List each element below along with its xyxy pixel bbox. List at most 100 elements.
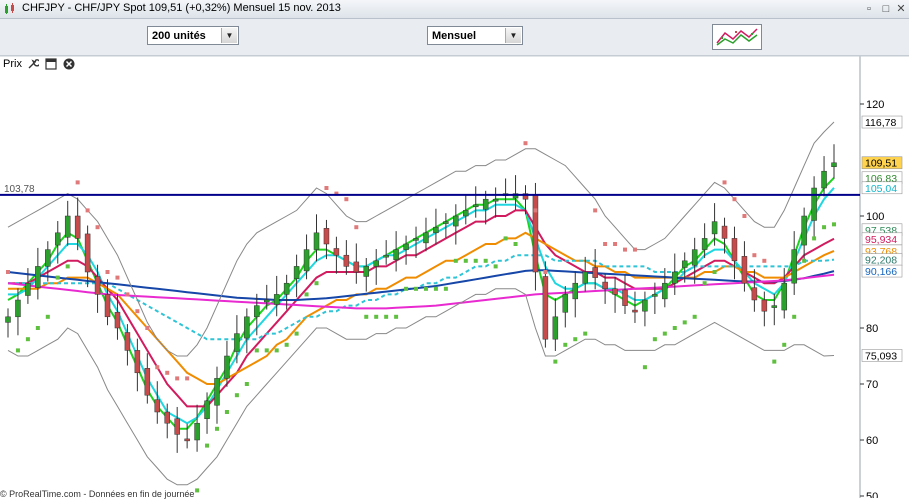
candle-body [134,350,141,374]
sar-dot [195,488,200,493]
close-icon[interactable]: ✕ [894,2,908,16]
sar-dot [802,258,807,263]
candle-body [423,232,429,244]
candle-body [114,312,121,329]
candle-body [55,232,61,246]
chevron-down-icon[interactable]: ▼ [221,28,237,43]
window-icon[interactable] [45,58,57,70]
title-bar: CHFJPY - CHF/JPY Spot 109,51 (+0,32%) Me… [0,0,909,19]
candlestick-app-icon [5,3,14,14]
sar-dot [702,281,707,286]
y-tick-label: 80 [866,323,878,335]
candle-body [532,194,539,273]
candle-body [273,294,280,305]
price-label: 95,934 [865,234,897,246]
sar-dot [613,242,618,246]
candle-body [602,281,608,290]
candle-body [293,266,300,279]
sar-dot [75,180,80,185]
indicators-button[interactable] [712,24,762,50]
sar-dot [672,326,677,330]
sar-dot [493,264,498,269]
units-select-value: 200 unités [152,30,206,42]
sar-dot [832,222,836,227]
sar-dot [782,342,787,347]
candle-body [313,232,320,250]
candle-body [811,187,817,221]
candle-body [224,355,230,379]
sar-dot [135,309,140,314]
candle-body [751,287,758,301]
sar-dot [284,342,289,347]
candle-body [472,204,479,208]
sar-dot [533,208,538,213]
maximize-icon[interactable]: □ [879,2,893,16]
price-chart[interactable]: 12010080706050103,78116,78109,51106,8310… [0,56,909,498]
candle-body [413,238,419,241]
sar-dot [85,208,90,213]
window-title: CHFJPY - CHF/JPY Spot 109,51 (+0,32%) Me… [22,2,341,14]
wrench-icon[interactable] [27,58,39,70]
y-tick-label: 50 [866,491,878,498]
candle-body [5,316,11,323]
candle-body [821,170,827,189]
sar-dot [563,342,568,347]
sar-dot [772,359,777,364]
candle-body [184,438,190,442]
candle-body [244,316,250,339]
candle-body [711,221,718,235]
chevron-down-icon[interactable]: ▼ [505,28,521,43]
candle-body [254,305,260,318]
sar-dot [553,359,558,364]
sar-dot [642,365,647,370]
sar-dot [722,180,727,185]
close-panel-icon[interactable] [63,58,75,70]
candle-body [552,316,559,340]
sar-dot [264,348,269,353]
sar-dot [583,331,588,336]
sar-dot [254,348,259,353]
candle-body [383,254,389,258]
sar-dot [314,281,319,286]
candle-body [572,282,579,300]
sar-dot [244,382,249,386]
sar-dot [473,258,478,263]
sar-dot [453,258,458,263]
sar-dot [384,314,389,319]
price-label: 109,51 [865,158,897,170]
sar-dot [294,331,299,336]
candle-body [373,260,379,267]
candle-body [343,254,350,267]
candle-body [124,332,131,351]
candle-body [64,215,71,238]
candle-body [303,249,310,272]
candle-body [781,282,787,311]
sar-dot [185,376,190,381]
candle-body [791,249,797,284]
sar-dot [364,314,369,319]
candle-body [831,162,837,167]
candle-body [393,249,399,260]
candle-body [672,271,678,284]
candle-body [204,400,210,419]
period-select[interactable]: Mensuel ▼ [427,26,523,45]
units-select[interactable]: 200 unités ▼ [147,26,239,45]
sar-dot [822,225,827,230]
sar-dot [115,275,120,280]
sar-dot [145,326,150,330]
sar-dot [513,242,518,246]
sar-dot [165,370,170,375]
candle-body [662,282,668,300]
sar-dot [175,376,180,381]
sar-dot [752,253,757,258]
candle-body [164,411,170,424]
candle-body [642,299,648,312]
minimize-icon[interactable]: ▫ [862,2,876,16]
candle-body [333,248,340,256]
sar-dot [443,286,448,291]
candle-body [283,282,290,295]
sar-dot [692,314,697,319]
sar-dot [95,225,100,230]
price-label: 105,04 [865,183,897,195]
sar-dot [423,286,428,291]
